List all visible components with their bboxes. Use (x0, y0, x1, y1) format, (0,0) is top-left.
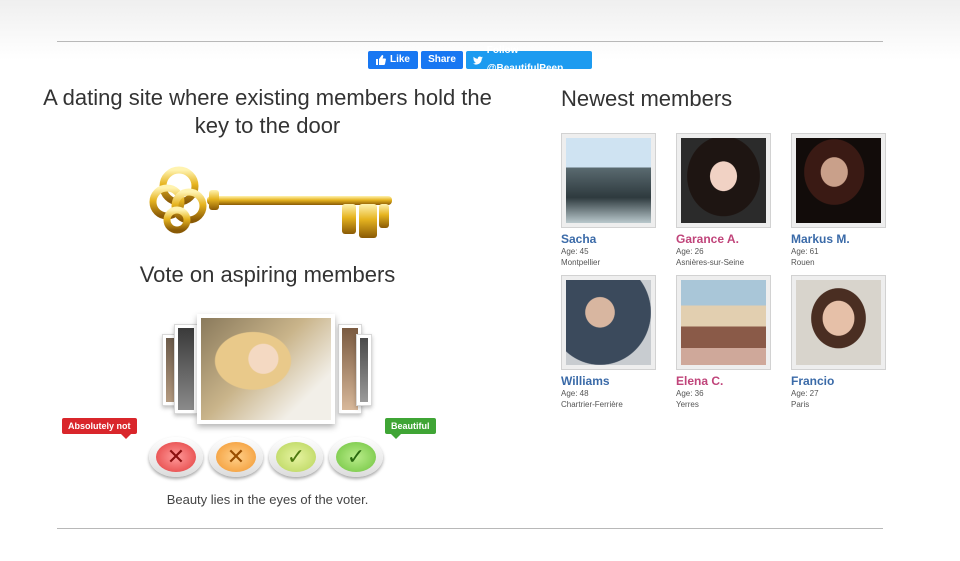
member-card[interactable]: Williams Age: 48 Chartrier-Ferrière (561, 275, 656, 410)
facebook-like-button[interactable]: Like (368, 51, 418, 69)
vote-absolutely-not-button[interactable]: ✕ (149, 437, 203, 477)
member-name[interactable]: Elena C. (676, 374, 771, 388)
member-photo[interactable] (791, 275, 886, 370)
member-age: Age: 26 (676, 247, 704, 256)
vote-yes-button[interactable]: ✓ (269, 437, 323, 477)
absolutely-not-tag: Absolutely not (62, 418, 137, 439)
member-age: Age: 27 (791, 389, 819, 398)
cross-icon: ✕ (156, 442, 196, 472)
check-icon: ✓ (276, 442, 316, 472)
member-age: Age: 48 (561, 389, 589, 398)
member-age: Age: 45 (561, 247, 589, 256)
intro-section: A dating site where existing members hol… (40, 84, 495, 242)
featured-aspiring-member-photo[interactable] (197, 314, 335, 424)
facebook-share-button[interactable]: Share (421, 51, 463, 69)
member-card[interactable]: Francio Age: 27 Paris (791, 275, 886, 410)
member-photo[interactable] (791, 133, 886, 228)
vote-buttons: ✕ ✕ ✓ ✓ (149, 437, 383, 477)
tagline: Beauty lies in the eyes of the voter. (166, 492, 369, 507)
twitter-bird-icon (473, 55, 483, 65)
member-photo[interactable] (561, 133, 656, 228)
social-buttons: Like Share Follow @BeautifulPeep (0, 45, 960, 74)
member-photo[interactable] (676, 133, 771, 228)
member-photo[interactable] (561, 275, 656, 370)
vote-no-button[interactable]: ✕ (209, 437, 263, 477)
thumbs-up-icon (375, 55, 386, 65)
golden-key-image (149, 166, 392, 238)
like-label: Like (389, 54, 410, 65)
top-divider (57, 41, 883, 42)
member-card[interactable]: Sacha Age: 45 Montpellier (561, 133, 656, 268)
vote-beautiful-button[interactable]: ✓ (329, 437, 383, 477)
cross-icon: ✕ (216, 442, 256, 472)
vote-title: Vote on aspiring members (139, 262, 396, 287)
member-card[interactable]: Elena C. Age: 36 Yerres (676, 275, 771, 410)
aspiring-members-carousel (160, 312, 375, 427)
share-label: Share (428, 54, 456, 65)
member-age: Age: 61 (791, 247, 819, 256)
member-name[interactable]: Markus M. (791, 232, 886, 246)
carousel-card[interactable] (356, 334, 372, 406)
member-card[interactable]: Garance A. Age: 26 Asnières-sur-Seine (676, 133, 771, 268)
check-icon: ✓ (336, 442, 376, 472)
member-city: Asnières-sur-Seine (676, 258, 745, 267)
member-name[interactable]: Garance A. (676, 232, 771, 246)
member-name[interactable]: Francio (791, 374, 886, 388)
member-card[interactable]: Markus M. Age: 61 Rouen (791, 133, 886, 268)
newest-members-title: Newest members (561, 86, 733, 111)
member-name[interactable]: Williams (561, 374, 656, 388)
member-city: Montpellier (561, 258, 601, 267)
member-city: Rouen (791, 258, 815, 267)
member-city: Paris (791, 400, 810, 409)
follow-label: Follow @BeautifulPeep (486, 45, 564, 74)
carousel-card[interactable] (174, 324, 198, 414)
beautiful-tag: Beautiful (385, 418, 436, 439)
headline: A dating site where existing members hol… (43, 85, 492, 138)
newest-members-grid: Sacha Age: 45 Montpellier Garance A. Age… (561, 133, 901, 410)
member-city: Chartrier-Ferrière (561, 400, 623, 409)
member-name[interactable]: Sacha (561, 232, 656, 246)
member-city: Yerres (676, 400, 699, 409)
twitter-follow-button[interactable]: Follow @BeautifulPeep (466, 45, 592, 74)
bottom-divider (57, 528, 883, 529)
member-age: Age: 36 (676, 389, 704, 398)
member-photo[interactable] (676, 275, 771, 370)
